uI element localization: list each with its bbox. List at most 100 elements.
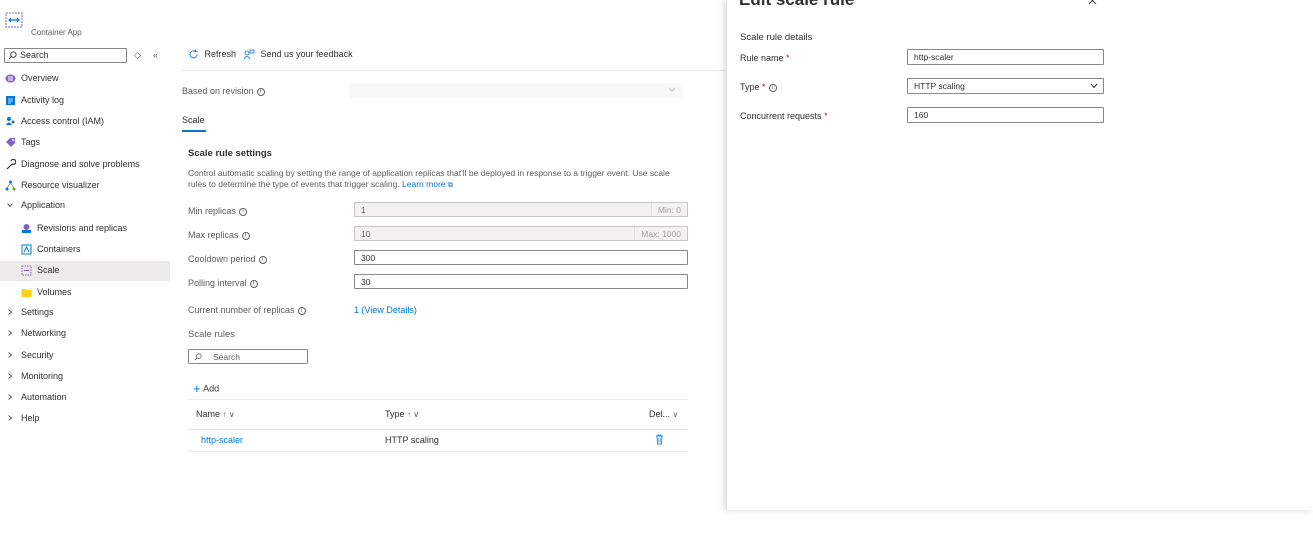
info-icon: i (297, 306, 306, 315)
learn-more-link[interactable]: Learn more ⧉ (402, 179, 453, 189)
sidebar-item-overview[interactable]: Overview (0, 69, 170, 89)
info-icon: i (241, 231, 250, 240)
chevron-right-icon (8, 309, 13, 315)
panel-title: Edit scale rule (739, 0, 854, 10)
rule-name-label: Rule name * (740, 53, 790, 63)
required-marker: * (786, 53, 790, 63)
sidebar-item-label: Volumes (37, 287, 72, 297)
search-placeholder: Search (213, 352, 240, 362)
sidebar-item-label: Networking (21, 328, 67, 338)
max-replicas-label: Max replicas i (188, 230, 250, 240)
refresh-button[interactable]: Refresh (188, 49, 236, 60)
tab-scale[interactable]: Scale (182, 115, 205, 125)
chevron-right-icon (8, 394, 13, 400)
column-header-type[interactable]: Type ↑ ∨ (385, 409, 419, 419)
sidebar-item-label: Settings (21, 307, 54, 317)
resource-visualizer-icon (5, 180, 16, 191)
polling-interval-label: Polling interval i (188, 278, 258, 288)
scale-rules-search-input[interactable]: Search (188, 349, 308, 364)
info-icon: i (249, 279, 258, 288)
toolbar-divider (182, 70, 726, 71)
sidebar-item-tags[interactable]: Tags (0, 133, 170, 153)
sidebar-item-revisions[interactable]: Revisions and replicas (0, 219, 170, 239)
containers-icon (21, 244, 32, 255)
collapse-sidebar-icon[interactable]: « (153, 50, 158, 60)
column-header-delete[interactable]: Del... ∨ (649, 409, 678, 419)
scale-description: Control automatic scaling by setting the… (188, 168, 670, 189)
sidebar-item-diagnose[interactable]: Diagnose and solve problems (0, 155, 170, 175)
close-icon[interactable] (1088, 0, 1097, 5)
cooldown-period-input[interactable]: 300 (354, 250, 688, 265)
revision-dropdown[interactable] (349, 83, 682, 98)
cooldown-period-label: Cooldown period i (188, 254, 267, 264)
sidebar-item-label: Application (21, 200, 66, 210)
add-label: Add (203, 383, 220, 394)
sidebar-item-activity-log[interactable]: Activity log (0, 91, 170, 111)
view-details-link[interactable]: (View Details) (362, 305, 417, 315)
plus-icon: + (193, 381, 201, 396)
container-app-icon (5, 12, 23, 28)
required-marker: * (824, 111, 828, 121)
sidebar-item-label: Activity log (21, 95, 65, 105)
sidebar-item-access-control[interactable]: Access control (IAM) (0, 112, 170, 132)
overview-icon (5, 74, 16, 83)
rule-name-link[interactable]: http-scaler (201, 435, 243, 445)
external-link-icon: ⧉ (447, 182, 453, 189)
info-icon: i (258, 255, 267, 264)
rule-type-cell: HTTP scaling (385, 435, 439, 445)
type-dropdown[interactable]: HTTP scaling (907, 78, 1104, 94)
activity-log-icon (6, 96, 15, 105)
tab-scale-indicator (182, 130, 206, 132)
min-replicas-input[interactable]: 1 Min: 0 (354, 202, 688, 217)
min-replicas-suffix: Min: 0 (650, 203, 687, 216)
edit-scale-rule-panel: Edit scale rule Scale rule details Rule … (726, 0, 1313, 510)
sidebar: Container App Search ◇ « Overview Activi… (0, 0, 170, 538)
min-replicas-label: Min replicas i (188, 206, 248, 216)
sidebar-item-label: Diagnose and solve problems (21, 159, 140, 169)
table-top-divider (188, 399, 688, 400)
scale-rule-settings-title: Scale rule settings (188, 148, 272, 159)
feedback-icon (243, 49, 255, 60)
scale-rule-details-title: Scale rule details (740, 32, 813, 43)
required-marker: * (762, 82, 766, 92)
feedback-button[interactable]: Send us your feedback (243, 49, 353, 60)
add-rule-button[interactable]: + Add (193, 381, 219, 396)
chevron-down-icon (1090, 83, 1098, 89)
info-icon: i (256, 87, 265, 96)
polling-interval-input[interactable]: 30 (354, 274, 688, 289)
concurrent-requests-label: Concurrent requests * (740, 111, 828, 121)
concurrent-requests-input[interactable]: 160 (907, 107, 1104, 123)
delete-icon[interactable] (655, 434, 664, 445)
max-replicas-input[interactable]: 10 Max: 1000 (354, 226, 688, 241)
sidebar-item-label: Security (21, 350, 54, 360)
sidebar-item-volumes[interactable]: Volumes (0, 283, 170, 303)
sidebar-item-scale[interactable]: Scale (0, 261, 170, 281)
chevron-right-icon (8, 330, 13, 336)
sidebar-item-label: Overview (21, 73, 59, 83)
chevron-down-icon (7, 203, 13, 208)
revisions-icon (22, 224, 31, 233)
sidebar-search-input[interactable]: Search (4, 48, 127, 63)
sidebar-group-help[interactable]: Help (0, 409, 170, 429)
tag-icon (6, 138, 15, 147)
feedback-label: Send us your feedback (260, 49, 353, 59)
current-replicas-value: 1 (View Details) (354, 305, 417, 315)
rule-name-input[interactable]: http-scaler (907, 49, 1104, 65)
sidebar-group-networking[interactable]: Networking (0, 324, 170, 344)
sidebar-item-label: Access control (IAM) (21, 116, 105, 126)
sidebar-item-label: Automation (21, 392, 67, 402)
sidebar-group-security[interactable]: Security (0, 346, 170, 366)
sidebar-group-monitoring[interactable]: Monitoring (0, 367, 170, 387)
expand-collapse-icon[interactable]: ◇ (134, 50, 141, 61)
sidebar-item-label: Containers (37, 244, 81, 254)
type-label: Type * i (740, 82, 777, 92)
sidebar-item-resource-visualizer[interactable]: Resource visualizer (0, 176, 170, 196)
column-header-name[interactable]: Name ↑ ∨ (196, 409, 235, 419)
refresh-icon (189, 49, 198, 59)
sidebar-item-containers[interactable]: Containers (0, 240, 170, 260)
sidebar-group-application[interactable]: Application (0, 196, 170, 216)
chevron-down-icon: ∨ (672, 410, 679, 419)
sidebar-group-settings[interactable]: Settings (0, 303, 170, 323)
info-icon: i (239, 207, 248, 216)
sidebar-group-automation[interactable]: Automation (0, 388, 170, 408)
